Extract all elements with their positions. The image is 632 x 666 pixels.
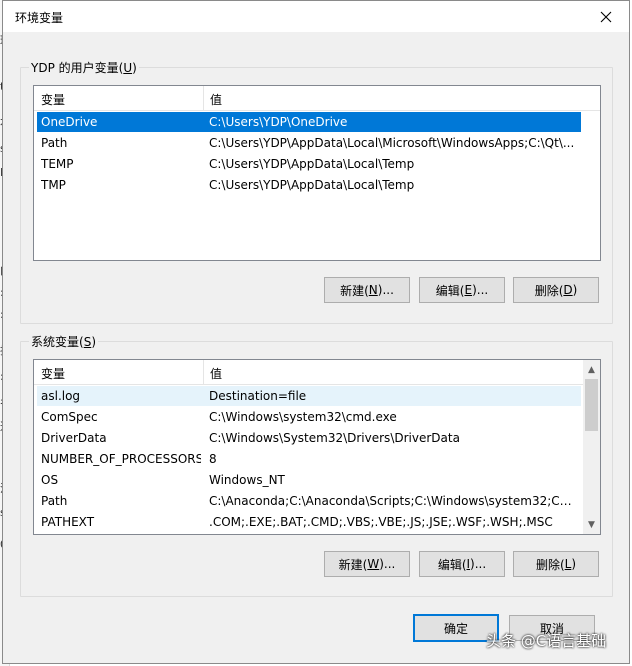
list-header: 变量 值 bbox=[34, 86, 600, 111]
user-edit-button[interactable]: 编辑(E)... bbox=[419, 277, 505, 303]
watermark: 头条 @C语言基础 bbox=[486, 632, 607, 650]
column-divider[interactable] bbox=[203, 86, 204, 110]
column-header-variable[interactable]: 变量 bbox=[41, 365, 65, 382]
variable-name: OneDrive bbox=[41, 115, 98, 129]
scroll-up-arrow-icon[interactable]: ▲ bbox=[583, 361, 600, 378]
variable-value: Windows_NT bbox=[209, 473, 285, 487]
system-edit-button[interactable]: 编辑(I)... bbox=[419, 551, 505, 577]
variable-value: C:\Users\YDP\AppData\Local\Microsoft\Win… bbox=[209, 136, 575, 150]
variable-name: PATHEXT bbox=[41, 515, 95, 529]
close-icon bbox=[600, 11, 612, 22]
system-variable-row[interactable]: Path C:\Anaconda;C:\Anaconda\Scripts;C:\… bbox=[37, 491, 581, 511]
system-new-button[interactable]: 新建(W)... bbox=[324, 551, 410, 577]
column-header-value[interactable]: 值 bbox=[210, 91, 222, 108]
dialog-title: 环境变量 bbox=[15, 11, 64, 25]
close-button[interactable] bbox=[583, 1, 629, 32]
scroll-down-arrow-icon[interactable]: ▼ bbox=[583, 516, 600, 533]
variable-value: C:\Users\YDP\AppData\Local\Temp bbox=[209, 178, 415, 192]
user-delete-button[interactable]: 删除(D) bbox=[513, 277, 599, 303]
system-variable-row[interactable]: ComSpec C:\Windows\system32\cmd.exe bbox=[37, 407, 581, 427]
variable-name: DriverData bbox=[41, 431, 107, 445]
system-delete-button[interactable]: 删除(L) bbox=[513, 551, 599, 577]
environment-variables-dialog: 环境变量 YDP 的用户变量(U) 变量 值 OneDrive C:\Users… bbox=[2, 0, 630, 664]
variable-value: 8 bbox=[209, 452, 217, 466]
variable-value: .COM;.EXE;.BAT;.CMD;.VBS;.VBE;.JS;.JSE;.… bbox=[209, 515, 553, 529]
user-new-button[interactable]: 新建(N)... bbox=[324, 277, 410, 303]
variable-name: ComSpec bbox=[41, 410, 98, 424]
system-variable-row[interactable]: DriverData C:\Windows\System32\Drivers\D… bbox=[37, 428, 581, 448]
variable-value: Destination=file bbox=[209, 389, 307, 403]
system-variable-row[interactable]: PATHEXT .COM;.EXE;.BAT;.CMD;.VBS;.VBE;.J… bbox=[37, 512, 581, 532]
column-divider[interactable] bbox=[203, 360, 204, 384]
variable-name: TEMP bbox=[41, 157, 74, 171]
variable-value: C:\Users\YDP\AppData\Local\Temp bbox=[209, 157, 415, 171]
user-variable-row[interactable]: TMP C:\Users\YDP\AppData\Local\Temp bbox=[37, 175, 581, 195]
scrollbar-thumb[interactable] bbox=[585, 379, 598, 431]
variable-name: Path bbox=[41, 494, 68, 508]
system-variable-row[interactable]: asl.log Destination=file bbox=[37, 386, 581, 406]
vertical-scrollbar[interactable]: ▲ ▼ bbox=[583, 360, 600, 534]
variable-value: C:\Windows\System32\Drivers\DriverData bbox=[209, 431, 460, 445]
list-header: 变量 值 bbox=[34, 360, 600, 385]
system-variables-label: 系统变量(S) bbox=[29, 333, 98, 350]
variable-name: TMP bbox=[41, 178, 66, 192]
user-variable-row[interactable]: OneDrive C:\Users\YDP\OneDrive bbox=[37, 112, 581, 132]
user-variable-row[interactable]: Path C:\Users\YDP\AppData\Local\Microsof… bbox=[37, 133, 581, 153]
variable-name: asl.log bbox=[41, 389, 81, 403]
system-variable-row[interactable]: OS Windows_NT bbox=[37, 470, 581, 490]
user-variable-row[interactable]: TEMP C:\Users\YDP\AppData\Local\Temp bbox=[37, 154, 581, 174]
variable-value: C:\Users\YDP\OneDrive bbox=[209, 115, 348, 129]
title-bar[interactable]: 环境变量 bbox=[3, 1, 629, 32]
user-variables-list[interactable]: 变量 值 OneDrive C:\Users\YDP\OneDrive Path… bbox=[33, 85, 601, 261]
variable-name: Path bbox=[41, 136, 68, 150]
column-header-variable[interactable]: 变量 bbox=[41, 91, 65, 108]
user-variables-label: YDP 的用户变量(U) bbox=[29, 59, 139, 76]
variable-value: C:\Anaconda;C:\Anaconda\Scripts;C:\Windo… bbox=[209, 494, 575, 508]
column-header-value[interactable]: 值 bbox=[210, 365, 222, 382]
variable-value: C:\Windows\system32\cmd.exe bbox=[209, 410, 397, 424]
variable-name: NUMBER_OF_PROCESSORS bbox=[41, 452, 201, 466]
system-variables-list[interactable]: 变量 值 asl.log Destination=file ComSpec C:… bbox=[33, 359, 601, 535]
system-variable-row[interactable]: NUMBER_OF_PROCESSORS 8 bbox=[37, 449, 581, 469]
variable-name: OS bbox=[41, 473, 59, 487]
